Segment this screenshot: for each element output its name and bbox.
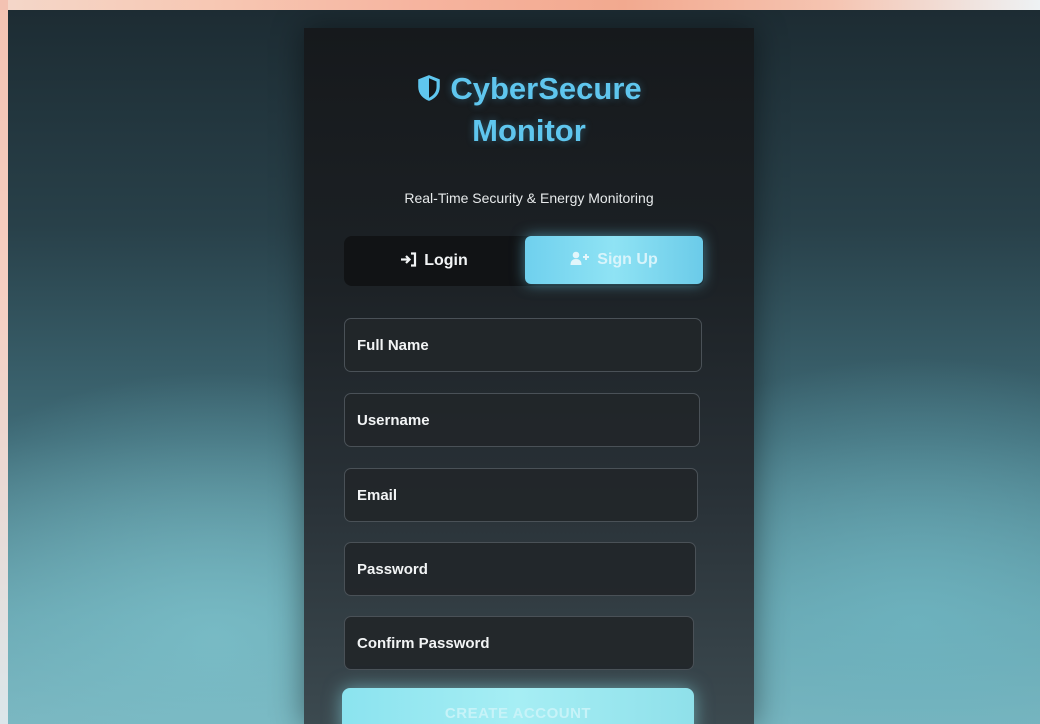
brand-line-1: CyberSecure [304, 68, 754, 110]
tab-signup-label: Sign Up [597, 251, 658, 268]
confirm-password-field[interactable]: Confirm Password [344, 616, 694, 670]
brand-line-2: Monitor [472, 113, 586, 148]
brand-title: CyberSecure Monitor [304, 68, 754, 152]
shield-icon [418, 75, 441, 101]
brand-name: CyberSecure [450, 71, 642, 106]
email-placeholder: Email [357, 486, 398, 504]
full-name-placeholder: Full Name [357, 336, 429, 354]
email-field[interactable]: Email [344, 468, 698, 522]
password-field[interactable]: Password [344, 542, 696, 596]
auth-tabs: Login Sign Up [344, 236, 704, 286]
full-name-field[interactable]: Full Name [344, 318, 702, 372]
confirm-password-placeholder: Confirm Password [357, 634, 490, 652]
auth-card: CyberSecure Monitor Real-Time Security &… [304, 28, 754, 724]
username-field[interactable]: Username [344, 393, 700, 447]
create-account-button[interactable]: CREATE ACCOUNT [342, 688, 694, 724]
username-placeholder: Username [357, 411, 430, 429]
tab-signup[interactable]: Sign Up [525, 236, 703, 284]
background-wall-left [0, 0, 8, 724]
tab-login[interactable]: Login [344, 236, 524, 286]
user-plus-icon [570, 251, 590, 270]
sign-in-icon [400, 251, 417, 271]
password-placeholder: Password [357, 560, 428, 578]
app-screen: CyberSecure Monitor Real-Time Security &… [8, 10, 1040, 724]
page-subtitle: Real-Time Security & Energy Monitoring [404, 190, 654, 206]
tab-login-label: Login [424, 252, 468, 269]
